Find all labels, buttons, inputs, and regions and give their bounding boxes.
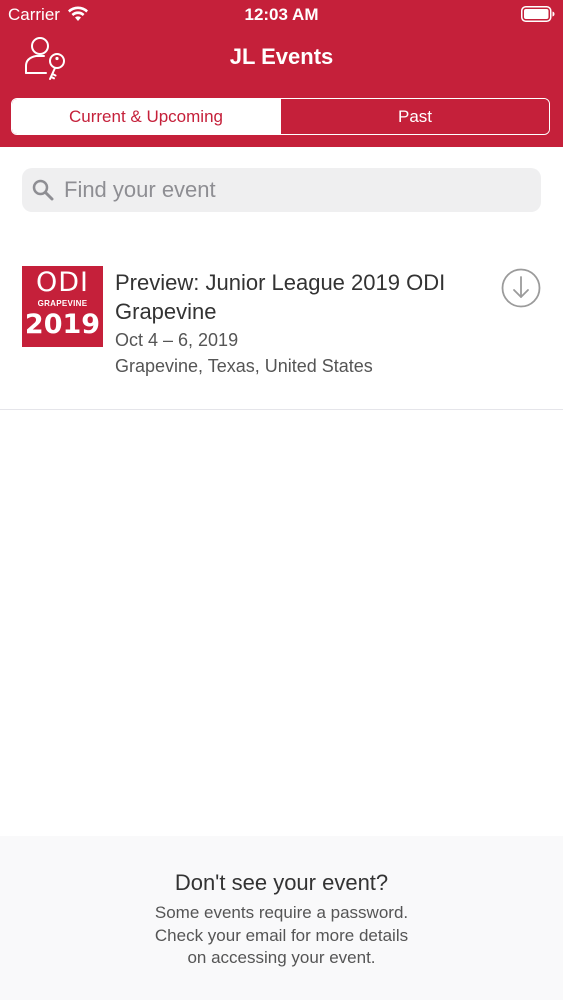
thumbnail-year-text: 2019	[24, 309, 101, 340]
help-line: on accessing your event.	[187, 948, 376, 967]
event-dates: Oct 4 – 6, 2019	[115, 330, 239, 350]
thumbnail-city-text: GRAPEVINE	[37, 299, 88, 308]
tab-past[interactable]: Past	[280, 99, 549, 134]
help-title: Don't see your event?	[174, 870, 389, 895]
search-icon	[32, 179, 54, 201]
search-input[interactable]	[64, 168, 524, 212]
event-thumbnail: ODI GRAPEVINE 2019	[22, 266, 103, 347]
app-screen: Carrier 12:03 AM JL Events Current & Upc…	[0, 0, 563, 1000]
event-location: Grapevine, Texas, United States	[115, 356, 373, 376]
navigation-bar: JL Events	[0, 30, 563, 90]
help-text: Some events require a password. Check yo…	[0, 902, 563, 970]
help-line: Check your email for more details	[154, 925, 409, 945]
header: Carrier 12:03 AM JL Events Current & Upc…	[0, 0, 563, 147]
event-title: Preview: Junior League 2019 ODI Grapevin…	[115, 270, 446, 324]
search-bar	[22, 168, 541, 212]
status-bar: Carrier 12:03 AM	[0, 0, 563, 30]
page-title: JL Events	[229, 44, 334, 69]
help-line: Some events require a password.	[154, 903, 409, 922]
event-list-item[interactable]: ODI GRAPEVINE 2019 Preview: Junior Leagu…	[0, 248, 563, 410]
download-icon[interactable]	[501, 268, 541, 308]
event-filter-segmented-control: Current & Upcoming Past	[11, 98, 550, 135]
thumbnail-logo-text: ODI	[35, 267, 89, 298]
tab-current-upcoming[interactable]: Current & Upcoming	[12, 99, 280, 134]
missing-event-help: Don't see your event? Some events requir…	[0, 836, 563, 1000]
status-time: 12:03 AM	[244, 5, 319, 24]
battery-icon	[521, 6, 555, 22]
